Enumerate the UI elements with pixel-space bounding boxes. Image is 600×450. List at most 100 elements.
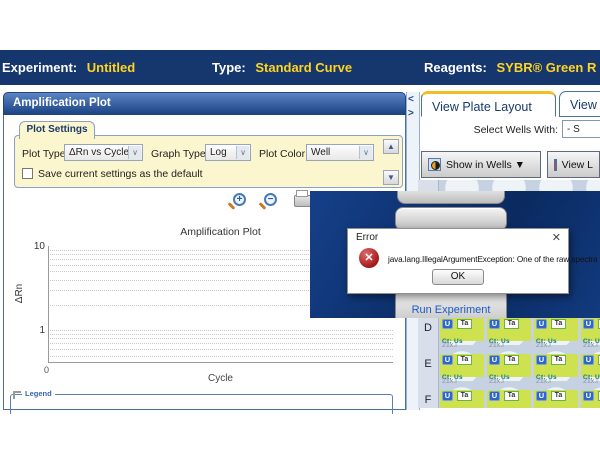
reagents-field: Reagents: SYBR® Green R bbox=[424, 60, 596, 75]
well-sample-name: 21x.l bbox=[489, 378, 504, 385]
x-axis bbox=[48, 362, 393, 363]
tab-view-plate-layout[interactable]: View Plate Layout bbox=[421, 91, 556, 117]
expand-right-icon[interactable]: > bbox=[408, 108, 414, 119]
y-axis bbox=[48, 246, 49, 363]
select-wells-label: Select Wells With: bbox=[450, 124, 558, 136]
gridline-1 bbox=[48, 330, 393, 331]
ok-button[interactable]: OK bbox=[432, 269, 484, 285]
run-experiment-label: Run Experiment bbox=[396, 304, 506, 316]
select-wells-dropdown[interactable]: - S bbox=[562, 120, 600, 138]
plate-row-label-D: D bbox=[418, 322, 438, 334]
gridline-0.7 bbox=[48, 343, 393, 344]
show-in-wells-label: Show in Wells ▼ bbox=[446, 159, 525, 171]
well-sample-name: 21x.l bbox=[536, 342, 551, 349]
well-F2[interactable]: UTaCt: Us bbox=[487, 390, 531, 408]
plate-row-label-E: E bbox=[418, 358, 438, 370]
target-icon: Ta bbox=[551, 355, 566, 365]
target-icon: Ta bbox=[551, 391, 566, 401]
chevron-down-icon: ∨ bbox=[128, 146, 141, 159]
sample-type-icon: U bbox=[536, 391, 547, 401]
y-axis-label: ΔRn bbox=[14, 284, 25, 303]
gridline-0.8 bbox=[48, 338, 393, 339]
sample-type-icon: U bbox=[489, 319, 500, 329]
well-D4[interactable]: UTaCt: Us bbox=[581, 318, 600, 341]
type-label: Type: bbox=[212, 60, 246, 75]
well-D3[interactable]: UTaCt: Us bbox=[534, 318, 578, 341]
app-window: Experiment: Untitled Type: Standard Curv… bbox=[0, 0, 600, 450]
target-icon: Ta bbox=[504, 319, 519, 329]
show-in-wells-button[interactable]: Show in Wells ▼ bbox=[421, 151, 541, 178]
target-icon: Ta bbox=[457, 355, 472, 365]
plot-type-value: ΔRn vs Cycle bbox=[69, 147, 129, 158]
chevron-down-icon: ∨ bbox=[236, 146, 249, 159]
sample-type-icon: U bbox=[583, 355, 594, 365]
experiment-field: Experiment: Untitled bbox=[2, 60, 135, 75]
sample-type-icon: U bbox=[583, 319, 594, 329]
well-F1[interactable]: UTaCt: Us bbox=[440, 390, 484, 408]
well-sample-name: 21x.l bbox=[583, 342, 598, 349]
gridline-0.5 bbox=[48, 356, 393, 357]
amplification-plot-header: Amplification Plot bbox=[3, 92, 406, 115]
error-dialog: Error ✕ ✕ java.lang.IllegalArgumentExcep… bbox=[347, 228, 569, 294]
save-default-checkbox[interactable] bbox=[22, 168, 33, 179]
plot-type-select[interactable]: ΔRn vs Cycle ∨ bbox=[64, 144, 143, 161]
well-sample-name: 21x.l bbox=[442, 342, 457, 349]
experiment-info-bar: Experiment: Untitled Type: Standard Curv… bbox=[0, 50, 600, 85]
well-sample-name: 21x.l bbox=[536, 378, 551, 385]
well-F4[interactable]: UTaCt: Us bbox=[581, 390, 600, 408]
y-tick-1: 1 bbox=[27, 325, 45, 336]
reagents-label: Reagents: bbox=[424, 60, 487, 75]
zoom-in-icon[interactable]: + bbox=[233, 193, 246, 206]
sample-type-icon: U bbox=[442, 355, 453, 365]
plot-settings-tab[interactable]: Plot Settings bbox=[19, 121, 95, 139]
type-value: Standard Curve bbox=[255, 60, 352, 75]
legend-label: Legend bbox=[22, 389, 55, 398]
legend-collapse-icon[interactable] bbox=[13, 391, 21, 399]
plot-settings-group bbox=[14, 135, 403, 188]
well-E4[interactable]: UTaCt: Us bbox=[581, 354, 600, 377]
scroll-up-button[interactable]: ▲ bbox=[383, 139, 399, 154]
sample-type-icon: U bbox=[583, 391, 594, 401]
error-dialog-title: Error bbox=[356, 232, 378, 243]
well-E2[interactable]: UTaCt: Us bbox=[487, 354, 531, 377]
legend-panel bbox=[10, 394, 393, 414]
graph-type-value: Log bbox=[210, 147, 227, 158]
target-icon: Ta bbox=[457, 391, 472, 401]
sample-type-icon: U bbox=[442, 319, 453, 329]
graph-type-select[interactable]: Log ∨ bbox=[205, 144, 251, 161]
target-icon: Ta bbox=[504, 355, 519, 365]
well-sample-name: 21x.l bbox=[583, 378, 598, 385]
well-E3[interactable]: UTaCt: Us bbox=[534, 354, 578, 377]
scroll-down-button[interactable]: ▼ bbox=[383, 170, 399, 185]
well-F3[interactable]: UTaCt: Us bbox=[534, 390, 578, 408]
well-D1[interactable]: UTaCt: Us bbox=[440, 318, 484, 341]
save-default-label: Save current settings as the default bbox=[38, 168, 203, 180]
well-D2[interactable]: UTaCt: Us bbox=[487, 318, 531, 341]
table-grid-icon bbox=[554, 159, 557, 171]
plot-color-value: Well bbox=[311, 147, 330, 158]
target-icon: Ta bbox=[504, 391, 519, 401]
collapse-left-icon[interactable]: < bbox=[408, 94, 414, 105]
zoom-out-icon[interactable]: − bbox=[264, 193, 277, 206]
reagents-value: SYBR® Green R bbox=[496, 60, 596, 75]
chevron-down-icon: ∨ bbox=[359, 146, 372, 159]
view-legend-button[interactable]: View L bbox=[547, 151, 600, 178]
sample-type-icon: U bbox=[489, 391, 500, 401]
tab-view-well-table[interactable]: View bbox=[559, 91, 600, 117]
error-message: java.lang.IllegalArgumentException: One … bbox=[388, 255, 600, 264]
sample-type-icon: U bbox=[442, 391, 453, 401]
graph-type-label: Graph Type: bbox=[151, 148, 209, 160]
plot-color-select[interactable]: Well ∨ bbox=[306, 144, 374, 161]
type-field: Type: Standard Curve bbox=[212, 60, 352, 75]
instrument-button-top[interactable] bbox=[397, 191, 505, 204]
close-icon[interactable]: ✕ bbox=[552, 231, 561, 244]
plate-row-label-F: F bbox=[418, 394, 438, 406]
y-tick-10: 10 bbox=[27, 241, 45, 252]
sample-type-icon: U bbox=[489, 355, 500, 365]
error-x-icon: ✕ bbox=[359, 248, 379, 268]
view-legend-label: View L bbox=[562, 159, 593, 171]
well-sample-name: 21x.l bbox=[489, 342, 504, 349]
target-icon: Ta bbox=[551, 319, 566, 329]
well-E1[interactable]: UTaCt: Us bbox=[440, 354, 484, 377]
gridline-0.6 bbox=[48, 349, 393, 350]
